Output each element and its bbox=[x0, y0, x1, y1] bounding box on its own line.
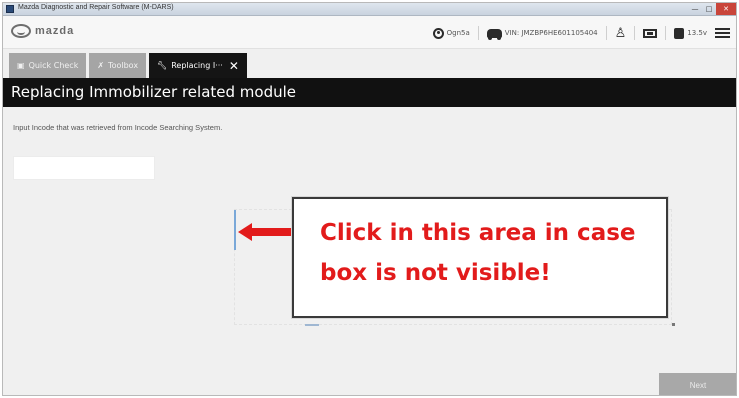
wrench-cross-icon: ✗ bbox=[97, 61, 105, 70]
brand-name: mazda bbox=[35, 25, 75, 37]
tab-toolbox[interactable]: ✗ Toolbox bbox=[89, 53, 147, 78]
resize-marker bbox=[305, 324, 319, 326]
tab-label: Replacing I··· bbox=[171, 61, 223, 70]
user-icon bbox=[432, 27, 444, 39]
vin-label: VIN: JMZBP6HE601105404 bbox=[504, 29, 598, 37]
tab-label: Toolbox bbox=[108, 61, 139, 70]
maximize-button[interactable]: □ bbox=[702, 3, 716, 15]
incode-input[interactable] bbox=[13, 156, 155, 180]
tab-quick-check[interactable]: ▣ Quick Check bbox=[9, 53, 87, 78]
technician-icon[interactable]: ♙ bbox=[615, 27, 627, 40]
tab-replacing-immobilizer[interactable]: 🔧︎ Replacing I··· ✕ bbox=[149, 53, 247, 78]
clipboard-icon: ▣ bbox=[17, 61, 25, 70]
mazda-logo-icon bbox=[11, 24, 31, 38]
page-title: Replacing Immobilizer related module bbox=[3, 78, 736, 107]
close-window-button[interactable]: ✕ bbox=[716, 3, 736, 15]
window-controls: — □ ✕ bbox=[688, 3, 736, 15]
window-title: Mazda Diagnostic and Repair Software (M-… bbox=[18, 4, 174, 11]
car-icon bbox=[486, 28, 502, 40]
battery-voltage: 13.5v bbox=[674, 27, 707, 39]
resize-handle[interactable] bbox=[672, 323, 675, 326]
vehicle-info[interactable]: VIN: JMZBP6HE601105404 bbox=[486, 28, 598, 40]
text-cursor bbox=[234, 210, 236, 250]
instruction-text: Input Incode that was retrieved from Inc… bbox=[13, 123, 223, 132]
minimize-button[interactable]: — bbox=[688, 3, 702, 15]
tab-label: Quick Check bbox=[28, 61, 79, 70]
next-button[interactable]: Next bbox=[659, 373, 736, 395]
app-icon bbox=[6, 5, 14, 13]
header-divider bbox=[634, 26, 636, 40]
vci-icon[interactable] bbox=[643, 28, 658, 38]
voltage-value: 13.5v bbox=[687, 29, 707, 37]
header-divider bbox=[665, 26, 667, 40]
arrow-left-icon bbox=[238, 223, 292, 241]
annotation-callout: Click in this area in case box is not vi… bbox=[292, 197, 668, 318]
user-info[interactable]: Ogn5a bbox=[432, 27, 470, 39]
menu-icon[interactable] bbox=[715, 28, 730, 38]
os-titlebar: Mazda Diagnostic and Repair Software (M-… bbox=[3, 3, 736, 16]
battery-icon bbox=[674, 27, 685, 39]
tab-strip: ▣ Quick Check ✗ Toolbox 🔧︎ Replacing I··… bbox=[3, 49, 736, 78]
header-divider bbox=[477, 26, 479, 40]
user-name: Ogn5a bbox=[446, 29, 470, 37]
brand: mazda bbox=[11, 24, 74, 38]
close-tab-icon[interactable]: ✕ bbox=[229, 60, 239, 72]
app-window: Mazda Diagnostic and Repair Software (M-… bbox=[2, 2, 737, 396]
content-area: Input Incode that was retrieved from Inc… bbox=[3, 107, 736, 395]
header-divider bbox=[605, 26, 607, 40]
callout-text: Click in this area in case box is not vi… bbox=[320, 220, 636, 286]
header-status: Ogn5a VIN: JMZBP6HE601105404 ♙ 13.5v bbox=[432, 23, 730, 43]
app-header: mazda Ogn5a VIN: JMZBP6HE601105404 ♙ 13.… bbox=[3, 16, 736, 49]
wrench-icon: 🔧︎ bbox=[157, 61, 168, 70]
